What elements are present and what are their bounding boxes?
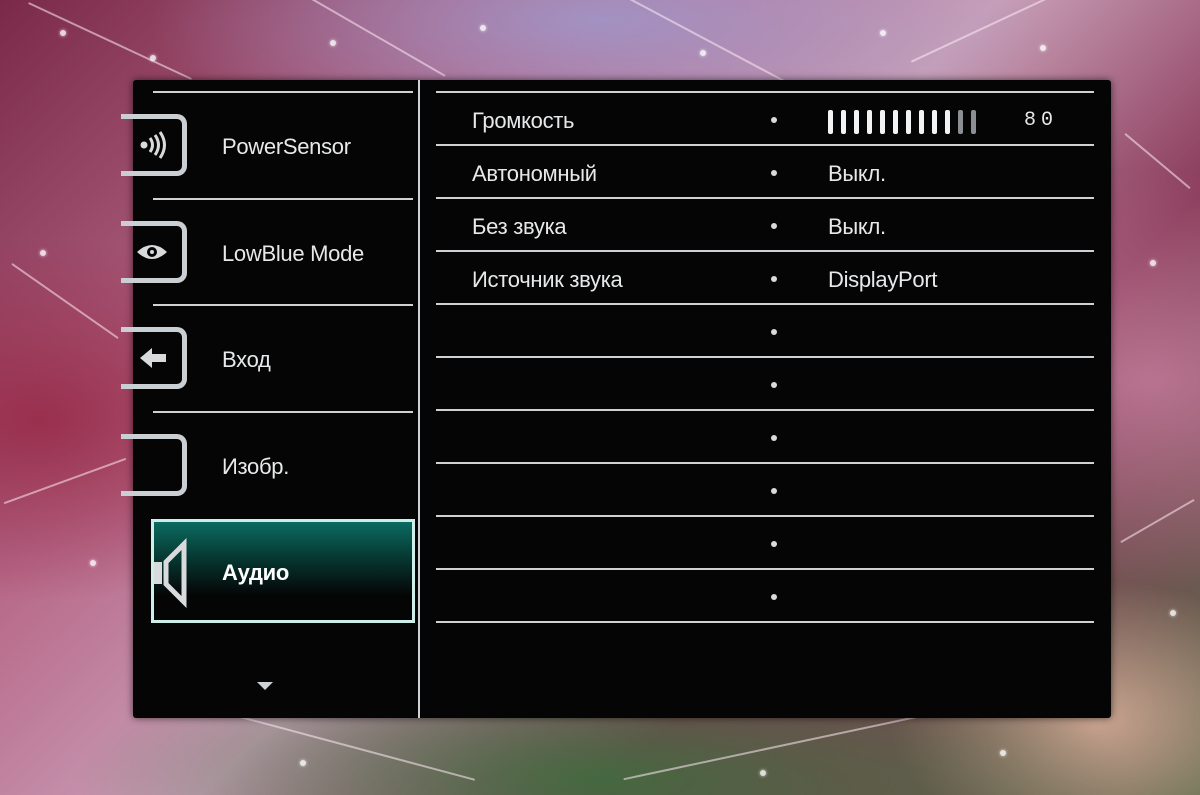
input-arrow-icon [121,327,187,389]
bullet-dot [771,329,777,335]
sidebar-item-input[interactable]: Вход [121,307,419,411]
setting-name: Громкость [472,108,575,133]
bullet-dot [771,223,777,229]
speaker-icon [143,538,209,608]
volume-segment [867,110,872,134]
volume-segment [906,110,911,134]
sidebar-item-picture[interactable]: Изобр. [121,414,419,518]
chevron-down-icon[interactable] [257,682,273,690]
sidebar-divider [153,198,413,200]
sidebar-item-label: Аудио [222,560,290,585]
setting-row-volume[interactable]: Громкость 80 [436,93,1094,146]
picture-icon [121,434,187,496]
sidebar: PowerSensor LowBlue Mode Вход Изобр. Ауд… [121,80,419,718]
sidebar-item-label: Вход [222,347,271,372]
sidebar-item-label: PowerSensor [222,134,351,159]
volume-segment [893,110,898,134]
setting-row-empty [436,464,1094,517]
volume-segment [971,110,976,134]
setting-value: Выкл. [828,161,886,186]
setting-row-empty [436,570,1094,623]
setting-row-audio-source[interactable]: Источник звука DisplayPort [436,252,1094,305]
osd-menu: PowerSensor LowBlue Mode Вход Изобр. Ауд… [121,80,1111,718]
volume-segment [945,110,950,134]
volume-slider[interactable] [828,110,976,134]
bullet-dot [771,170,777,176]
setting-value: DisplayPort [828,267,938,292]
bullet-dot [771,382,777,388]
settings-panel: Громкость 80 Автономный Выкл. Без звука … [420,80,1111,718]
bullet-dot [771,488,777,494]
setting-row-empty [436,517,1094,570]
setting-row-empty [436,305,1094,358]
setting-row-empty [436,358,1094,411]
bullet-dot [771,276,777,282]
bullet-dot [771,117,777,123]
setting-value: Выкл. [828,214,886,239]
volume-segment [919,110,924,134]
sidebar-item-label: Изобр. [222,454,290,479]
volume-value: 80 [1024,109,1059,132]
setting-row-mute[interactable]: Без звука Выкл. [436,199,1094,252]
sidebar-divider [153,91,413,93]
sidebar-item-powersensor[interactable]: PowerSensor [121,94,419,198]
volume-segment [880,110,885,134]
bullet-dot [771,435,777,441]
bullet-dot [771,541,777,547]
eye-icon [121,221,187,283]
sidebar-item-label: LowBlue Mode [222,241,364,266]
setting-row-empty [436,411,1094,464]
volume-segment [828,110,833,134]
volume-segment [932,110,937,134]
volume-segment [854,110,859,134]
sidebar-item-audio[interactable]: Аудио [133,519,419,624]
row-divider [436,621,1094,623]
power-sensor-icon [121,114,187,176]
sidebar-divider [153,411,413,413]
setting-row-standalone[interactable]: Автономный Выкл. [436,146,1094,199]
setting-name: Без звука [472,214,567,239]
setting-name: Автономный [472,161,597,186]
bullet-dot [771,594,777,600]
volume-segment [841,110,846,134]
sidebar-item-lowblue-mode[interactable]: LowBlue Mode [121,201,419,305]
volume-segment [958,110,963,134]
sidebar-divider [153,304,413,306]
setting-name: Источник звука [472,267,623,292]
